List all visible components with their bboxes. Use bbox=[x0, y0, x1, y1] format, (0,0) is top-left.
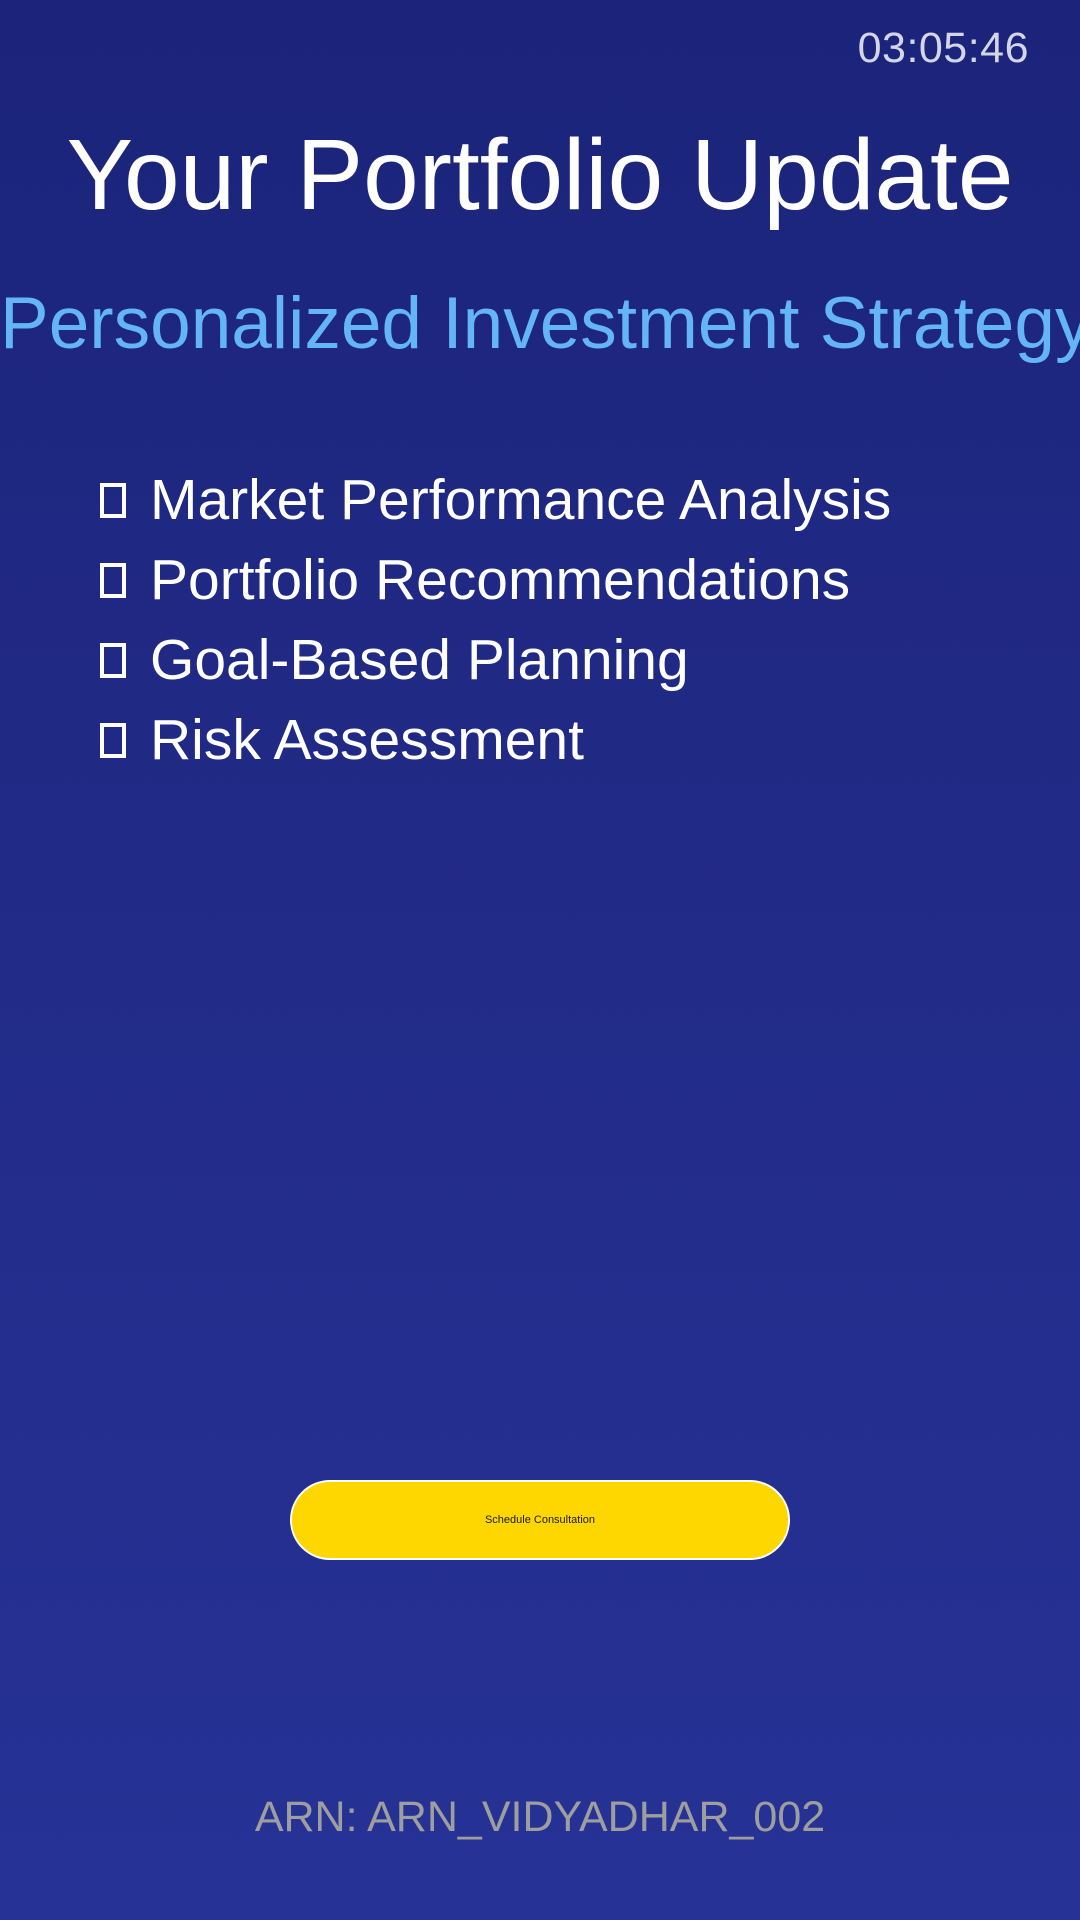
schedule-consultation-label: Schedule Consultation bbox=[484, 1514, 596, 1526]
feature-label: Risk Assessment bbox=[150, 708, 584, 772]
page-subtitle: Personalized Investment Strategy bbox=[0, 283, 1080, 364]
feature-item-goal-based-planning: Goal-Based Planning bbox=[100, 620, 891, 700]
feature-label: Market Performance Analysis bbox=[150, 468, 892, 532]
feature-list: Market Performance Analysis Portfolio Re… bbox=[100, 460, 891, 780]
feature-label: Portfolio Recommendations bbox=[150, 548, 851, 612]
page-title: Your Portfolio Update bbox=[66, 119, 1014, 231]
feature-label: Goal-Based Planning bbox=[150, 628, 689, 692]
checkbox-empty-icon bbox=[100, 722, 126, 758]
arn-footer: ARN: ARN_VIDYADHAR_002 bbox=[254, 1793, 826, 1841]
schedule-consultation-button[interactable]: Schedule Consultation bbox=[290, 1480, 790, 1560]
checkbox-empty-icon bbox=[100, 562, 126, 598]
feature-item-market-performance: Market Performance Analysis bbox=[100, 460, 891, 540]
feature-item-portfolio-recommendations: Portfolio Recommendations bbox=[100, 540, 891, 620]
checkbox-empty-icon bbox=[100, 642, 126, 678]
clock-time: 03:05:46 bbox=[857, 24, 1029, 72]
feature-item-risk-assessment: Risk Assessment bbox=[100, 700, 891, 780]
checkbox-empty-icon bbox=[100, 482, 126, 518]
